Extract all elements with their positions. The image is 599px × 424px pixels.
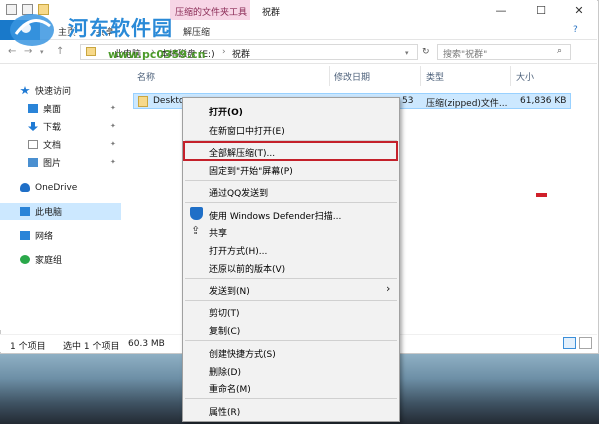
- nav-item-label: 桌面: [43, 105, 62, 115]
- network-icon: [20, 231, 30, 240]
- menu-separator: [185, 202, 397, 203]
- menu-item-pin-to-start[interactable]: 固定到"开始"屏幕(P): [209, 164, 293, 177]
- nav-item-downloads[interactable]: 下载: [28, 119, 61, 134]
- breadcrumb-folder[interactable]: 祝群: [232, 47, 250, 60]
- file-size: 61,836 KB: [520, 96, 567, 106]
- cloud-icon: [20, 183, 30, 192]
- file-date: 53: [402, 96, 414, 106]
- desktop-icon: [28, 104, 38, 113]
- menu-item-rename[interactable]: 重命名(M): [209, 382, 251, 395]
- address-dropdown-icon[interactable]: ▾: [405, 49, 409, 57]
- status-item-count: 1 个项目: [10, 342, 46, 352]
- menu-item-cut[interactable]: 剪切(T): [209, 306, 240, 319]
- column-header-size[interactable]: 大小: [516, 70, 534, 83]
- menu-item-restore-versions[interactable]: 还原以前的版本(V): [209, 262, 285, 275]
- status-selected-size: 60.3 MB: [128, 339, 165, 349]
- menu-item-create-shortcut[interactable]: 创建快捷方式(S): [209, 347, 276, 360]
- details-view-icon[interactable]: [563, 337, 576, 349]
- status-selected-count: 选中 1 个项目: [63, 342, 120, 352]
- search-placeholder: 搜索"祝群": [443, 50, 488, 60]
- column-header-date[interactable]: 修改日期: [334, 70, 370, 83]
- tab-extract[interactable]: 解压缩: [183, 25, 210, 38]
- menu-item-open[interactable]: 打开(O): [209, 105, 243, 118]
- defender-icon: [190, 207, 203, 220]
- search-icon: ⌕: [557, 46, 563, 56]
- menu-item-send-via-qq[interactable]: 通过QQ发送到: [209, 186, 268, 199]
- nav-item-label: OneDrive: [35, 182, 78, 193]
- column-divider[interactable]: [420, 66, 421, 86]
- picture-icon: [28, 158, 38, 167]
- homegroup-icon: [20, 255, 30, 264]
- compressed-folder-tools-label: 压缩的文件夹工具: [175, 8, 248, 18]
- menu-item-properties[interactable]: 属性(R): [209, 405, 240, 418]
- menu-separator: [185, 180, 397, 181]
- nav-item-documents[interactable]: 文档: [28, 137, 61, 152]
- watermark-logo-icon: [10, 14, 54, 46]
- nav-item-homegroup[interactable]: 家庭组: [20, 252, 62, 267]
- nav-item-label: 图片: [43, 159, 62, 169]
- file-type: 压缩(zipped)文件...: [426, 99, 508, 109]
- refresh-icon[interactable]: ↻: [422, 47, 430, 57]
- nav-item-network[interactable]: 网络: [20, 228, 53, 243]
- folder-icon: [86, 47, 96, 56]
- column-divider[interactable]: [510, 66, 511, 86]
- large-icons-view-icon[interactable]: [579, 337, 592, 349]
- nav-item-label: 此电脑: [35, 208, 63, 218]
- window-title: 祝群: [262, 8, 281, 18]
- minimize-button[interactable]: —: [482, 0, 520, 20]
- annotation-mark: [536, 193, 547, 197]
- menu-separator: [185, 278, 397, 279]
- pin-icon[interactable]: ✦: [110, 158, 116, 166]
- watermark-title: 河东软件园: [68, 16, 173, 40]
- nav-item-label: 快速访问: [35, 87, 72, 97]
- nav-item-onedrive[interactable]: OneDrive: [20, 180, 77, 195]
- submenu-arrow-icon: ›: [386, 282, 391, 295]
- breadcrumb-separator-icon: ›: [222, 47, 226, 57]
- pin-icon[interactable]: ✦: [110, 122, 116, 130]
- menu-item-send-to[interactable]: 发送到(N): [209, 284, 250, 297]
- download-icon: [28, 122, 38, 131]
- menu-separator: [185, 398, 397, 399]
- zip-folder-icon: [138, 96, 148, 107]
- nav-item-label: 文档: [43, 141, 62, 151]
- nav-item-label: 家庭组: [35, 256, 63, 266]
- watermark-url: www.pc0359.cn: [108, 48, 206, 61]
- nav-item-label: 网络: [35, 232, 54, 242]
- maximize-button[interactable]: ☐: [522, 0, 560, 20]
- nav-item-this-pc[interactable]: 此电脑: [20, 204, 62, 219]
- nav-item-pictures[interactable]: 图片: [28, 155, 61, 170]
- column-header-type[interactable]: 类型: [426, 70, 444, 83]
- extract-all-highlight: [183, 141, 398, 161]
- close-button[interactable]: ✕: [560, 0, 598, 20]
- computer-icon: [20, 207, 30, 216]
- star-icon: [20, 86, 30, 95]
- pin-icon[interactable]: ✦: [110, 140, 116, 148]
- help-icon[interactable]: ?: [573, 25, 578, 35]
- nav-item-desktop[interactable]: 桌面: [28, 101, 61, 116]
- nav-item-label: 下载: [43, 123, 62, 133]
- menu-separator: [185, 340, 397, 341]
- nav-item-quick-access[interactable]: 快速访问: [20, 83, 71, 98]
- share-icon: ⇪: [191, 224, 201, 237]
- menu-separator: [185, 300, 397, 301]
- menu-item-delete[interactable]: 删除(D): [209, 365, 241, 378]
- menu-item-defender-scan[interactable]: 使用 Windows Defender扫描...: [209, 209, 341, 222]
- menu-item-open-with[interactable]: 打开方式(H)...: [209, 244, 267, 257]
- menu-item-share[interactable]: 共享: [209, 226, 227, 239]
- menu-item-copy[interactable]: 复制(C): [209, 324, 240, 337]
- document-icon: [28, 140, 38, 149]
- column-divider[interactable]: [329, 66, 330, 86]
- column-header-name[interactable]: 名称: [137, 70, 155, 83]
- file-name: Deskto: [153, 96, 185, 106]
- menu-item-open-new-window[interactable]: 在新窗口中打开(E): [209, 124, 285, 137]
- pin-icon[interactable]: ✦: [110, 104, 116, 112]
